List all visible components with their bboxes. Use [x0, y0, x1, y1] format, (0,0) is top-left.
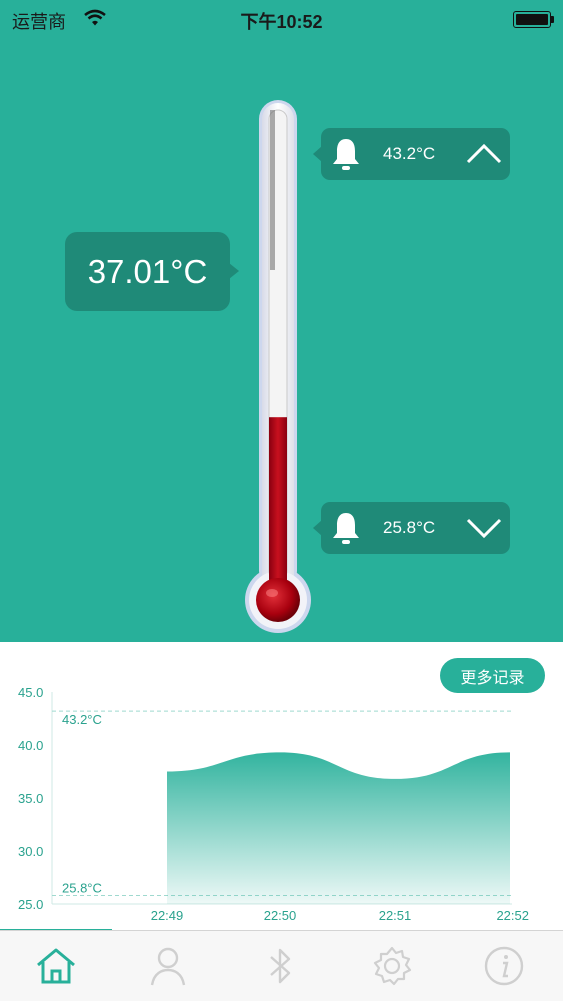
reference-line-label: 43.2°C — [62, 712, 102, 727]
user-icon — [150, 947, 186, 986]
tab-info[interactable] — [448, 931, 560, 1001]
x-tick-label: 22:52 — [496, 908, 529, 923]
y-tick-label: 35.0 — [18, 791, 43, 806]
temperature-area-series — [167, 752, 510, 904]
gear-icon — [373, 946, 412, 986]
temperature-history-chart: 45.0 40.0 35.0 30.0 25.0 43.2°C 25.8°C 22:49 22:… — [18, 685, 529, 923]
bell-icon — [331, 510, 361, 551]
status-bar: 运营商 下午10:52 — [0, 0, 563, 38]
x-tick-label: 22:50 — [264, 908, 297, 923]
tab-user[interactable] — [112, 931, 224, 1001]
tab-home[interactable] — [0, 931, 112, 1001]
low-alarm-value: 25.8°C — [383, 518, 436, 537]
x-tick-label: 22:51 — [379, 908, 412, 923]
chevron-up-icon[interactable] — [466, 138, 502, 173]
y-tick-label: 45.0 — [18, 685, 43, 700]
tab-bar — [0, 930, 563, 1001]
tab-bluetooth[interactable] — [224, 931, 336, 1001]
y-tick-label: 40.0 — [18, 738, 43, 753]
bell-icon — [331, 136, 361, 177]
tab-settings[interactable] — [336, 931, 448, 1001]
low-alarm-box[interactable]: 25.8°C — [313, 502, 510, 554]
x-tick-label: 22:49 — [151, 908, 184, 923]
current-temperature-display: 37.01°C — [65, 232, 239, 311]
battery-icon — [513, 11, 554, 28]
home-icon — [37, 948, 75, 984]
y-tick-label: 25.0 — [18, 897, 43, 912]
info-icon — [484, 946, 524, 986]
high-alarm-value: 43.2°C — [383, 144, 436, 163]
bluetooth-icon — [270, 948, 291, 984]
y-tick-label: 30.0 — [18, 844, 43, 859]
reference-line-label: 25.8°C — [62, 881, 102, 896]
current-temperature-value: 37.01°C — [87, 252, 208, 290]
clock: 下午10:52 — [240, 12, 323, 32]
high-alarm-box[interactable]: 43.2°C — [313, 128, 510, 180]
chevron-down-icon[interactable] — [466, 512, 502, 547]
thermometer — [240, 96, 320, 641]
